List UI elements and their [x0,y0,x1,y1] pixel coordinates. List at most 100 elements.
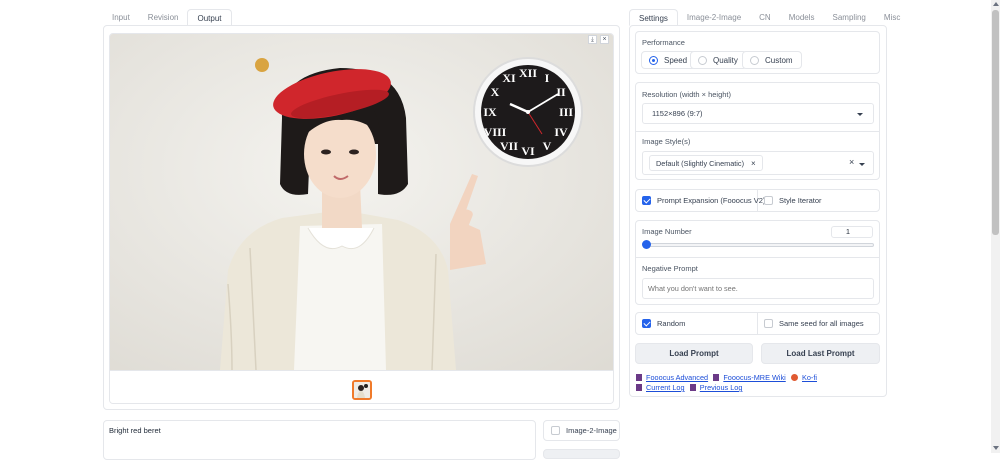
image-number-slider[interactable] [644,243,874,247]
image-styles-label: Image Style(s) [642,137,691,146]
radio-custom-indicator [750,55,759,65]
scroll-down-arrow-icon[interactable] [993,446,999,450]
tab-image-2-image[interactable]: Image-2-Image [678,9,750,26]
close-icon[interactable]: × [600,35,609,44]
image2image-label: Image-2-Image [566,426,617,435]
right-tabbar: Settings Image-2-Image CN Models Samplin… [629,9,909,26]
random-toggle[interactable]: Random [642,319,685,328]
prompt-expansion-label: Prompt Expansion (Fooocus V2) [657,196,766,205]
tab-models[interactable]: Models [780,9,824,26]
clock-numeral-10: X [491,85,500,99]
resolution-value: 1152×896 (9:7) [652,109,703,118]
radio-speed-indicator [649,55,658,65]
same-seed-toggle[interactable]: Same seed for all images [764,319,864,328]
left-tabbar: Input Revision Output [103,9,232,26]
tab-settings[interactable]: Settings [629,9,678,26]
link-current-log[interactable]: Current Log [646,383,685,392]
prompt-expansion-checkbox[interactable] [642,196,651,205]
book-icon [713,374,720,381]
image-number-label: Image Number [642,227,692,236]
tab-output[interactable]: Output [187,9,232,26]
tab-sampling[interactable]: Sampling [824,9,875,26]
link-mre-wiki[interactable]: Fooocus-MRE Wiki [723,373,785,382]
tab-input[interactable]: Input [103,9,139,26]
clock-numeral-12: XII [519,66,537,80]
negative-prompt-label: Negative Prompt [642,264,698,273]
group-divider [636,257,879,258]
resolution-select[interactable]: 1152×896 (9:7) [642,103,874,124]
load-last-prompt-button[interactable]: Load Last Prompt [761,343,880,364]
clock-numeral-4: IV [554,125,568,139]
load-prompt-button[interactable]: Load Prompt [635,343,753,364]
style-tag-remove-icon[interactable]: × [751,159,756,168]
generated-image[interactable]: XII I II III IV V VI VII VIII IX X XI [110,34,613,370]
image-styles-select[interactable]: Default (Slightly Cinematic) × × [642,151,874,175]
clock-numeral-11: XI [502,71,516,85]
prompt-input[interactable]: Bright red beret [103,420,536,460]
link-previous-log[interactable]: Previous Log [700,383,743,392]
image-number-input[interactable]: 1 [831,226,873,238]
book-icon [636,384,642,391]
radio-speed[interactable]: Speed [641,51,697,69]
chevron-down-icon [859,163,865,166]
group-split [757,313,758,334]
radio-speed-label: Speed [664,55,688,65]
thumbnail-image [354,382,370,398]
resolution-label: Resolution (width × height) [642,90,732,99]
random-label: Random [657,319,686,328]
clock-numeral-1: I [545,71,550,85]
image-illustration: XII I II III IV V VI VII VIII IX X XI [110,34,613,370]
style-iterator-toggle[interactable]: Style Iterator [764,196,822,205]
download-icon[interactable]: ⤓ [588,35,597,44]
same-seed-label: Same seed for all images [779,319,864,328]
expansion-group: Prompt Expansion (Fooocus V2) Style Iter… [635,189,880,212]
links-row-2: Current Log Previous Log [636,383,742,392]
tab-revision[interactable]: Revision [139,9,188,26]
kofi-icon [790,374,798,381]
prompt-text: Bright red beret [109,426,161,435]
radio-quality[interactable]: Quality [690,51,747,69]
performance-group: Performance Speed Quality Custom [635,31,880,74]
seed-group: Random Same seed for all images [635,312,880,335]
scrollbar-thumb[interactable] [992,10,999,235]
style-iterator-label: Style Iterator [779,196,822,205]
clock-numeral-9: IX [483,105,497,119]
resolution-styles-group: Resolution (width × height) 1152×896 (9:… [635,82,880,180]
radio-quality-indicator [698,55,707,65]
style-tag: Default (Slightly Cinematic) × [649,155,763,171]
style-iterator-checkbox[interactable] [764,196,773,205]
radio-custom[interactable]: Custom [742,51,802,69]
scroll-up-arrow-icon[interactable] [993,2,999,6]
random-checkbox[interactable] [642,319,651,328]
tab-cn[interactable]: CN [750,9,780,26]
book-icon [636,374,642,381]
link-kofi[interactable]: Ko-fi [802,373,817,382]
radio-custom-label: Custom [765,55,793,65]
clock-numeral-2: II [556,85,566,99]
clock-numeral-6: VI [521,144,535,158]
book-icon [689,384,696,391]
performance-label: Performance [642,38,685,47]
same-seed-checkbox[interactable] [764,319,773,328]
clock-numeral-3: III [559,105,573,119]
group-divider [636,131,879,132]
clock-numeral-5: V [543,139,552,153]
tab-misc[interactable]: Misc [875,9,909,26]
image2image-toggle[interactable]: Image-2-Image [543,420,620,441]
gallery: XII I II III IV V VI VII VIII IX X XI ⤓ … [109,33,614,404]
clock-numeral-7: VII [500,139,518,153]
clock-numeral-8: VIII [484,125,507,139]
slider-handle[interactable] [642,240,651,249]
prompt-expansion-toggle[interactable]: Prompt Expansion (Fooocus V2) [642,196,765,205]
radio-quality-label: Quality [713,55,738,65]
generate-button-partial[interactable] [543,449,620,459]
links-row-1: Fooocus Advanced Fooocus-MRE Wiki Ko-fi [636,373,817,382]
chevron-down-icon [857,113,863,116]
gallery-thumbnail[interactable] [352,380,372,400]
image-number-group: Image Number 1 Negative Prompt [635,220,880,305]
link-fooocus-advanced[interactable]: Fooocus Advanced [646,373,708,382]
negative-prompt-input[interactable] [642,278,874,299]
image2image-checkbox[interactable] [551,426,560,435]
clear-styles-icon[interactable]: × [849,157,854,167]
style-tag-label: Default (Slightly Cinematic) [656,158,744,168]
